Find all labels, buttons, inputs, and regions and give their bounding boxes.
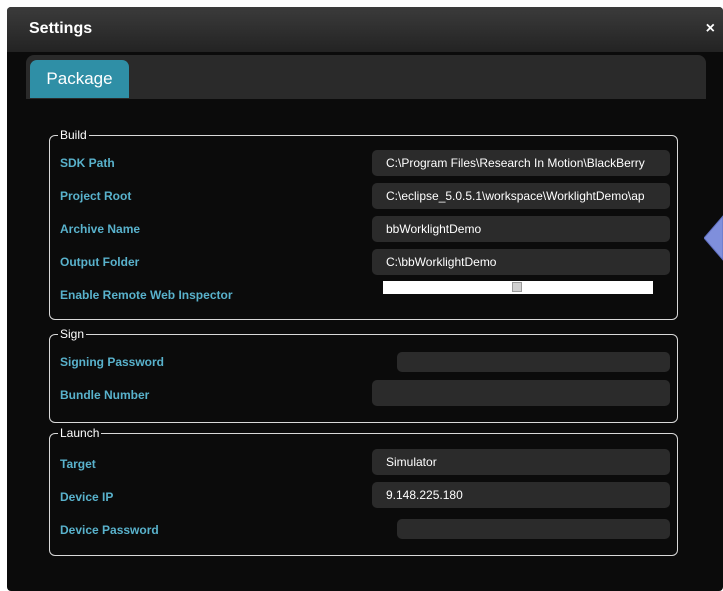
tab-package[interactable]: Package [30, 60, 129, 98]
remote-inspector-label: Enable Remote Web Inspector [60, 288, 233, 302]
project-root-label: Project Root [60, 189, 132, 203]
bundle-number-label: Bundle Number [60, 388, 150, 402]
sign-group: Sign [49, 327, 678, 423]
dialog-titlebar[interactable]: Settings × [7, 7, 723, 52]
target-label: Target [60, 457, 96, 471]
output-folder-label: Output Folder [60, 255, 140, 269]
remote-inspector-toggle-knob[interactable] [512, 282, 522, 292]
launch-legend: Launch [60, 426, 100, 440]
sdk-path-input[interactable]: C:\Program Files\Research In Motion\Blac… [372, 150, 670, 176]
dialog-title: Settings [29, 20, 93, 37]
signing-password-input[interactable] [397, 352, 670, 372]
arrow-left-icon [704, 215, 723, 261]
device-ip-input[interactable]: 9.148.225.180 [372, 482, 670, 508]
signing-password-label: Signing Password [60, 355, 165, 369]
project-root-input[interactable]: C:\eclipse_5.0.5.1\workspace\WorklightDe… [372, 183, 670, 209]
archive-name-label: Archive Name [60, 222, 141, 236]
device-ip-label: Device IP [60, 490, 114, 504]
device-password-label: Device Password [60, 523, 159, 537]
bundle-number-input[interactable] [372, 380, 670, 406]
archive-name-input[interactable]: bbWorklightDemo [372, 216, 670, 242]
sign-legend: Sign [60, 327, 85, 341]
target-select[interactable]: Simulator [372, 449, 670, 475]
device-password-input[interactable] [397, 519, 670, 539]
output-folder-input[interactable]: C:\bbWorklightDemo [372, 249, 670, 275]
build-legend: Build [60, 128, 87, 142]
sdk-path-label: SDK Path [60, 156, 115, 170]
close-icon[interactable]: × [706, 21, 715, 37]
